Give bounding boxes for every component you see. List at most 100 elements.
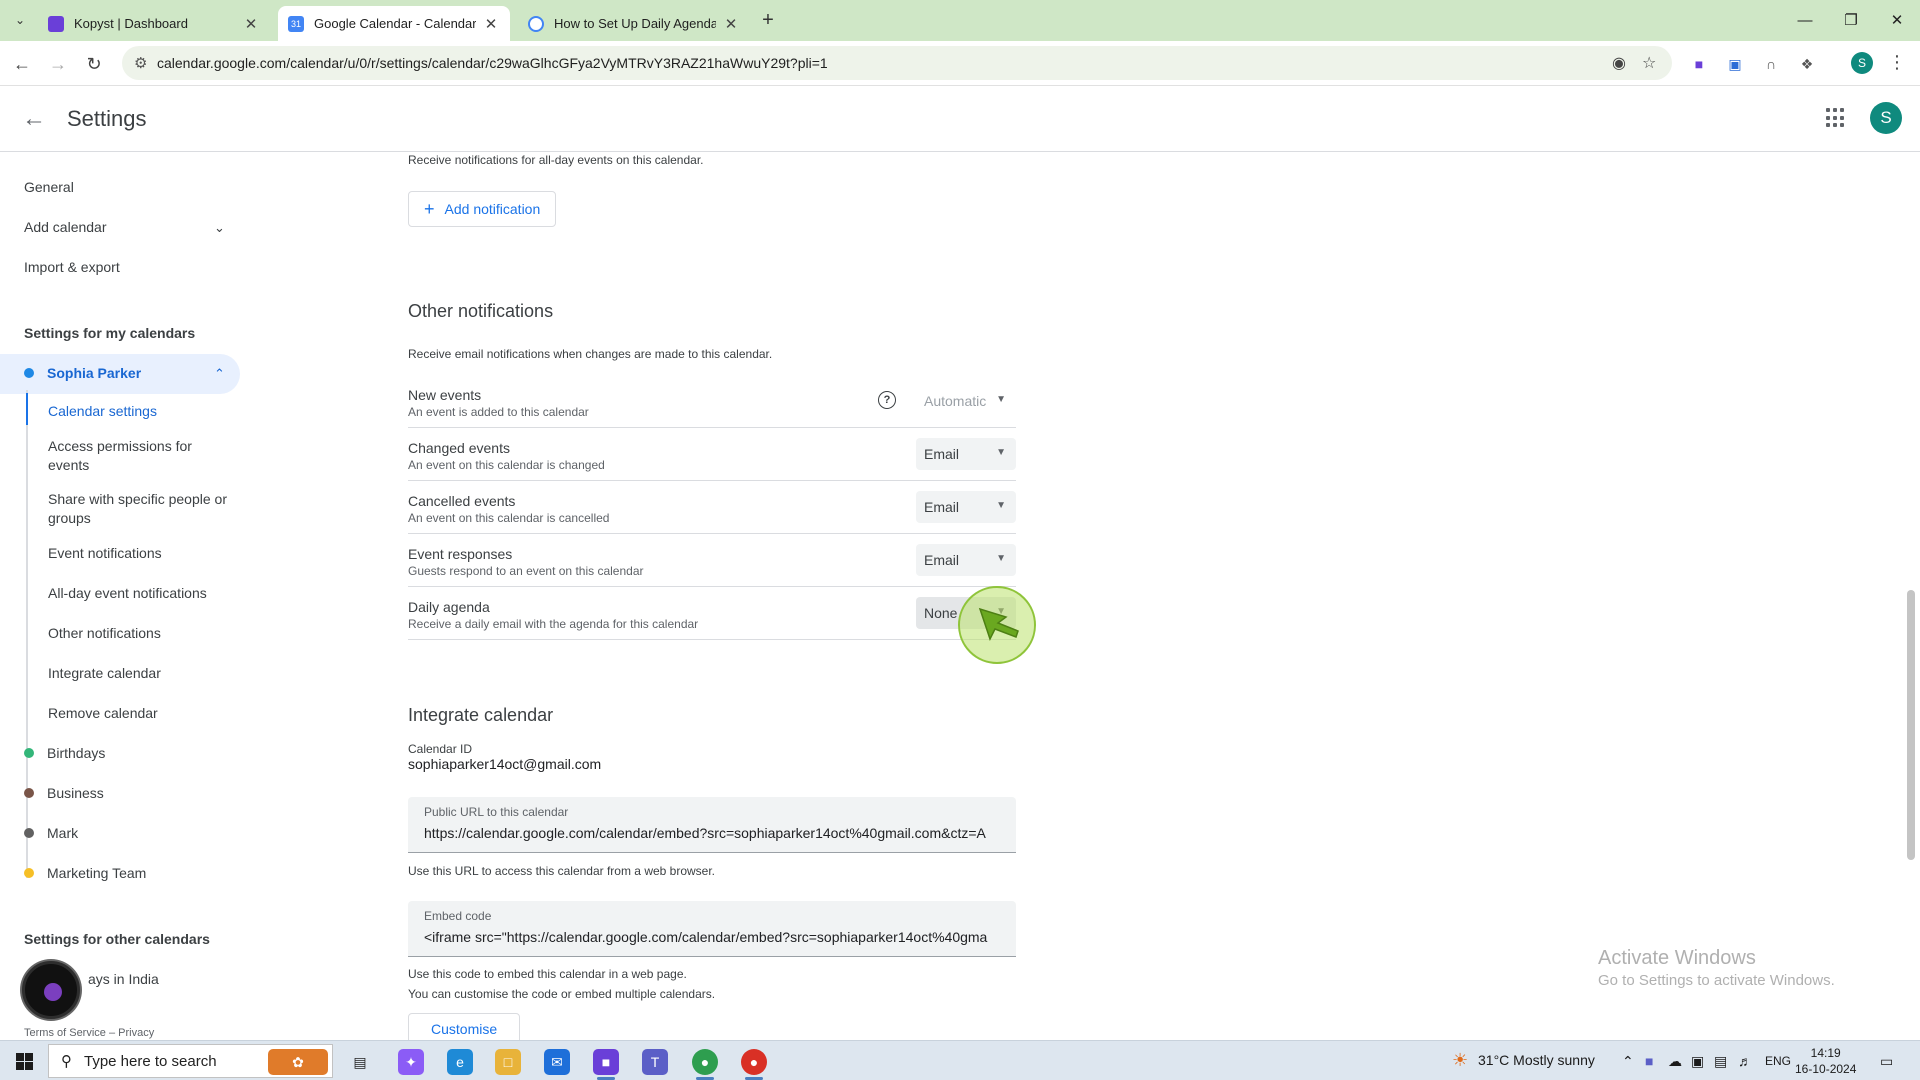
sidebar-sub-allday-notifications[interactable]: All-day event notifications: [48, 584, 228, 603]
windows-taskbar: ⚲ Type here to search ✿ ▤ ✦ e □ ✉ ■ T ● …: [0, 1040, 1920, 1080]
notifications-icon[interactable]: ▭: [1880, 1053, 1893, 1070]
dropdown-arrow-icon: ▼: [996, 500, 1006, 511]
tab-search-chevron-icon[interactable]: ⌄: [8, 8, 32, 32]
calendar-color-dot: [24, 788, 34, 798]
clock-time: 14:19: [1810, 1046, 1841, 1060]
volume-icon[interactable]: ♬: [1738, 1053, 1752, 1069]
sidebar-sub-calendar-settings[interactable]: Calendar settings: [48, 402, 228, 421]
browser-profile-avatar[interactable]: S: [1851, 52, 1873, 74]
sidebar-item-import-export[interactable]: Import & export: [24, 259, 120, 275]
minimize-icon[interactable]: —: [1782, 6, 1828, 34]
windows-start-icon[interactable]: [16, 1053, 33, 1070]
chrome-profile-icon[interactable]: ●: [741, 1049, 767, 1075]
sidebar-calendar-marketing-team[interactable]: Marketing Team: [24, 865, 146, 881]
show-hidden-icons-icon[interactable]: ⌃: [1622, 1053, 1634, 1070]
chrome-icon[interactable]: ●: [692, 1049, 718, 1075]
browser-menu-icon[interactable]: ⋮: [1888, 52, 1906, 73]
cancelled-events-select[interactable]: Email ▼: [916, 491, 1016, 523]
extensions-puzzle-icon[interactable]: ❖: [1796, 53, 1818, 75]
back-arrow-icon[interactable]: ←: [9, 51, 35, 77]
row-name: Changed events: [408, 440, 510, 456]
url-text[interactable]: calendar.google.com/calendar/u/0/r/setti…: [157, 55, 828, 71]
address-bar[interactable]: ⚙ calendar.google.com/calendar/u/0/r/set…: [122, 46, 1672, 80]
language-indicator[interactable]: ENG: [1765, 1054, 1791, 1068]
google-apps-icon[interactable]: [1826, 108, 1846, 128]
active-subitem-marker: [26, 393, 28, 425]
arc-extension-icon[interactable]: ∩: [1760, 53, 1782, 75]
new-events-select: Automatic ▼: [916, 385, 1016, 417]
close-tab-icon[interactable]: ✕: [242, 15, 260, 33]
calendar-color-dot: [24, 828, 34, 838]
sidebar-item-add-calendar[interactable]: Add calendar: [24, 219, 107, 235]
eye-extension-icon[interactable]: ◉: [1612, 53, 1626, 73]
teams-icon[interactable]: T: [642, 1049, 668, 1075]
kopyst-extension-icon[interactable]: ■: [1688, 53, 1710, 75]
teams-tray-icon[interactable]: ■: [1645, 1053, 1653, 1069]
tab-how-to-setup[interactable]: How to Set Up Daily Agenda Emails ✕: [518, 6, 750, 41]
weather-sun-icon[interactable]: ☀: [1452, 1050, 1468, 1071]
embed-code-value[interactable]: <iframe src="https://calendar.google.com…: [424, 929, 1004, 945]
tab-kopyst-dashboard[interactable]: Kopyst | Dashboard ✕: [38, 6, 270, 41]
meet-now-icon[interactable]: ▣: [1691, 1053, 1704, 1070]
forward-arrow-icon[interactable]: →: [45, 51, 71, 77]
docs-extension-icon[interactable]: ▣: [1724, 53, 1746, 75]
file-explorer-icon[interactable]: □: [495, 1049, 521, 1075]
sidebar-calendar-holidays-india[interactable]: ays in India: [88, 971, 159, 987]
row-desc: An event on this calendar is changed: [408, 458, 605, 472]
network-icon[interactable]: ▤: [1714, 1053, 1727, 1070]
plus-icon: +: [424, 198, 435, 219]
new-tab-plus-icon[interactable]: +: [757, 8, 779, 32]
task-view-icon[interactable]: ▤: [347, 1049, 373, 1075]
sidebar-sub-integrate-calendar[interactable]: Integrate calendar: [48, 664, 228, 683]
search-placeholder: Type here to search: [84, 1052, 217, 1070]
sidebar-calendar-birthdays[interactable]: Birthdays: [24, 745, 105, 761]
notif-row-event-responses: Event responses Guests respond to an eve…: [408, 534, 1016, 587]
close-window-icon[interactable]: ✕: [1874, 6, 1920, 34]
notif-row-cancelled-events: Cancelled events An event on this calend…: [408, 481, 1016, 534]
search-highlight-icon[interactable]: ✿: [268, 1049, 328, 1075]
sidebar-sub-share[interactable]: Share with specific people or groups: [48, 490, 228, 528]
chevron-down-icon[interactable]: ⌄: [214, 220, 225, 236]
kopyst-taskbar-icon[interactable]: ■: [593, 1049, 619, 1075]
reload-icon[interactable]: ↻: [81, 51, 107, 77]
taskbar-clock[interactable]: 14:19 16-10-2024: [1795, 1045, 1856, 1077]
help-question-icon[interactable]: ?: [878, 391, 896, 409]
add-notification-button[interactable]: + Add notification: [408, 191, 557, 227]
dropdown-arrow-icon: ▼: [996, 553, 1006, 564]
row-name: Daily agenda: [408, 599, 490, 615]
weather-text[interactable]: 31°C Mostly sunny: [1478, 1052, 1595, 1068]
terms-privacy-links[interactable]: Terms of Service – Privacy: [24, 1027, 154, 1039]
restore-icon[interactable]: ❐: [1828, 6, 1874, 34]
recorder-bubble-icon[interactable]: [22, 961, 80, 1019]
changed-events-select[interactable]: Email ▼: [916, 438, 1016, 470]
public-url-field[interactable]: Public URL to this calendar https://cale…: [408, 797, 1016, 853]
embed-code-field[interactable]: Embed code <iframe src="https://calendar…: [408, 901, 1016, 957]
sidebar-calendar-business[interactable]: Business: [24, 785, 104, 801]
edge-icon[interactable]: e: [447, 1049, 473, 1075]
tab-google-calendar[interactable]: 31 Google Calendar - Calendar settings ✕: [278, 6, 510, 41]
customise-button[interactable]: Customise: [408, 1013, 521, 1040]
close-tab-icon[interactable]: ✕: [722, 15, 740, 33]
account-avatar[interactable]: S: [1870, 102, 1902, 134]
sidebar-calendar-mark[interactable]: Mark: [24, 825, 78, 841]
notif-row-changed-events: Changed events An event on this calendar…: [408, 428, 1016, 481]
sidebar-calendar-sophia-parker[interactable]: Sophia Parker: [24, 365, 141, 381]
copilot-icon[interactable]: ✦: [398, 1049, 424, 1075]
sidebar-sub-access-permissions[interactable]: Access permissions for events: [48, 437, 228, 475]
sidebar-sub-event-notifications[interactable]: Event notifications: [48, 544, 228, 563]
back-arrow-icon[interactable]: ←: [22, 105, 46, 133]
public-url-value[interactable]: https://calendar.google.com/calendar/emb…: [424, 825, 1004, 841]
page-scrollbar[interactable]: [1907, 590, 1915, 860]
chevron-up-icon[interactable]: ⌃: [214, 366, 225, 382]
site-info-icon[interactable]: ⚙: [134, 54, 147, 72]
sidebar-sub-remove-calendar[interactable]: Remove calendar: [48, 704, 228, 723]
row-name: Event responses: [408, 546, 513, 562]
onedrive-icon[interactable]: ☁: [1668, 1053, 1682, 1070]
sidebar-item-general[interactable]: General: [24, 179, 74, 195]
close-tab-icon[interactable]: ✕: [482, 15, 500, 33]
mail-icon[interactable]: ✉: [544, 1049, 570, 1075]
event-responses-select[interactable]: Email ▼: [916, 544, 1016, 576]
bookmark-star-icon[interactable]: ☆: [1642, 53, 1656, 73]
clock-date: 16-10-2024: [1795, 1062, 1857, 1076]
sidebar-sub-other-notifications[interactable]: Other notifications: [48, 624, 228, 643]
